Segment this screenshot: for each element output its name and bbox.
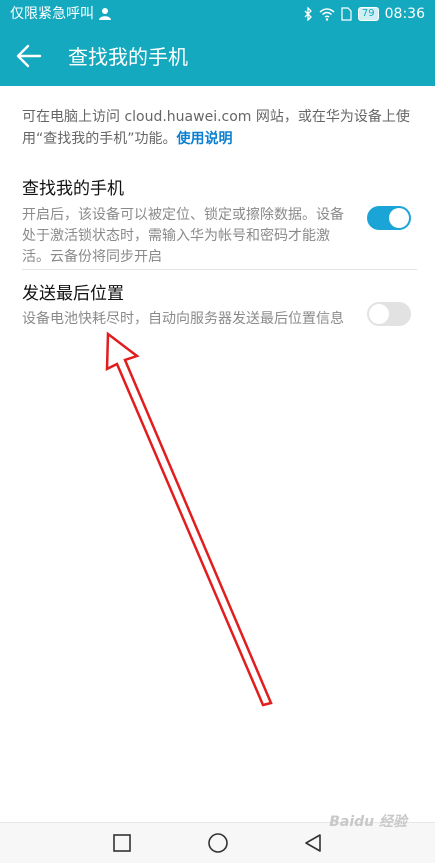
battery-indicator: 79 <box>357 7 379 21</box>
arrow-left-icon <box>16 44 42 68</box>
toggle-knob <box>369 304 389 324</box>
usage-instructions-link[interactable]: 使用说明 <box>177 131 233 147</box>
sim-icon <box>341 7 352 21</box>
triangle-back-icon[interactable] <box>303 833 323 853</box>
page-title: 查找我的手机 <box>68 45 188 69</box>
intro-text: 可在电脑上访问 cloud.huawei.com 网站，或在华为设备上使用“查找… <box>22 106 417 150</box>
status-bar: 仅限紧急呼叫 79 08:36 <box>0 0 435 28</box>
setting-title: 发送最后位置 <box>22 284 124 304</box>
person-icon <box>99 8 111 20</box>
back-button[interactable] <box>14 42 50 72</box>
setting-title: 查找我的手机 <box>22 179 124 199</box>
setting-description: 设备电池快耗尽时，自动向服务器发送最后位置信息 <box>22 311 344 327</box>
app-bar: 查找我的手机 <box>0 28 435 86</box>
find-my-phone-toggle[interactable] <box>367 206 411 230</box>
setting-row-send-last-location[interactable]: 发送最后位置 设备电池快耗尽时，自动向服务器发送最后位置信息 <box>0 282 435 352</box>
send-last-location-toggle[interactable] <box>367 302 411 326</box>
square-icon[interactable] <box>112 833 132 853</box>
setting-description: 开启后，该设备可以被定位、锁定或擦除数据。设备处于激活锁状态时，需输入华为帐号和… <box>22 207 344 265</box>
divider <box>22 269 417 270</box>
setting-row-find-my-phone[interactable]: 查找我的手机 开启后，该设备可以被定位、锁定或擦除数据。设备处于激活锁状态时，需… <box>0 174 435 266</box>
baidu-watermark: Baidu 经验 <box>329 814 407 830</box>
bluetooth-icon <box>304 7 312 21</box>
wifi-icon <box>319 7 335 21</box>
toggle-knob <box>389 208 409 228</box>
emergency-call-text: 仅限紧急呼叫 <box>10 6 94 22</box>
circle-icon[interactable] <box>207 833 229 855</box>
clock: 08:36 <box>384 6 425 22</box>
